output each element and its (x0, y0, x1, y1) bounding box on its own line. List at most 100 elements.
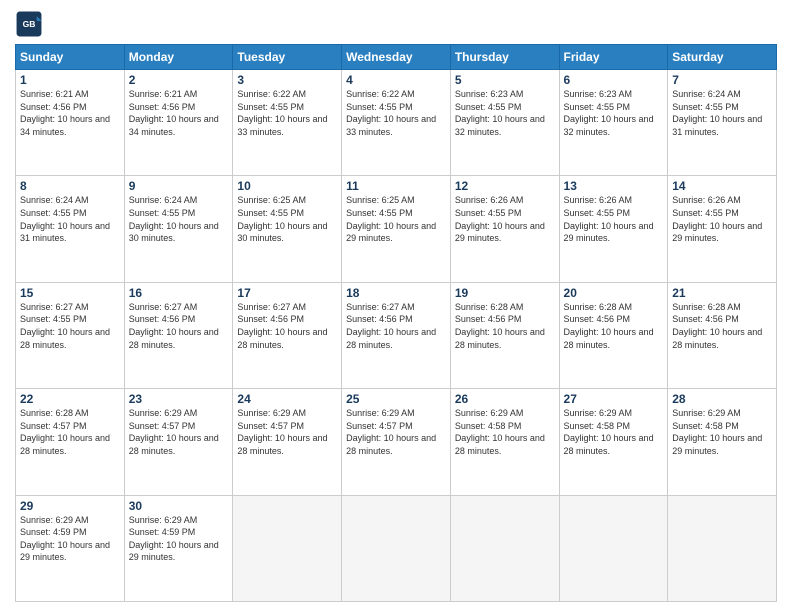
table-row: 2 Sunrise: 6:21 AMSunset: 4:56 PMDayligh… (124, 70, 233, 176)
day-number: 22 (20, 392, 120, 406)
table-row: 30 Sunrise: 6:29 AMSunset: 4:59 PMDaylig… (124, 495, 233, 601)
logo: GB (15, 10, 47, 38)
day-info: Sunrise: 6:21 AMSunset: 4:56 PMDaylight:… (20, 89, 110, 137)
table-row: 24 Sunrise: 6:29 AMSunset: 4:57 PMDaylig… (233, 389, 342, 495)
day-info: Sunrise: 6:23 AMSunset: 4:55 PMDaylight:… (455, 89, 545, 137)
table-row: 18 Sunrise: 6:27 AMSunset: 4:56 PMDaylig… (342, 282, 451, 388)
day-number: 1 (20, 73, 120, 87)
table-row (668, 495, 777, 601)
day-info: Sunrise: 6:28 AMSunset: 4:56 PMDaylight:… (672, 302, 762, 350)
day-number: 27 (564, 392, 664, 406)
table-row (450, 495, 559, 601)
weekday-header-saturday: Saturday (668, 45, 777, 70)
day-info: Sunrise: 6:28 AMSunset: 4:56 PMDaylight:… (455, 302, 545, 350)
day-info: Sunrise: 6:29 AMSunset: 4:58 PMDaylight:… (564, 408, 654, 456)
day-info: Sunrise: 6:29 AMSunset: 4:57 PMDaylight:… (346, 408, 436, 456)
day-number: 15 (20, 286, 120, 300)
day-info: Sunrise: 6:26 AMSunset: 4:55 PMDaylight:… (672, 195, 762, 243)
table-row: 21 Sunrise: 6:28 AMSunset: 4:56 PMDaylig… (668, 282, 777, 388)
page: GB SundayMondayTuesdayWednesdayThursdayF… (0, 0, 792, 612)
table-row: 27 Sunrise: 6:29 AMSunset: 4:58 PMDaylig… (559, 389, 668, 495)
table-row: 3 Sunrise: 6:22 AMSunset: 4:55 PMDayligh… (233, 70, 342, 176)
day-info: Sunrise: 6:29 AMSunset: 4:59 PMDaylight:… (129, 515, 219, 563)
day-info: Sunrise: 6:29 AMSunset: 4:58 PMDaylight:… (455, 408, 545, 456)
day-info: Sunrise: 6:21 AMSunset: 4:56 PMDaylight:… (129, 89, 219, 137)
table-row: 25 Sunrise: 6:29 AMSunset: 4:57 PMDaylig… (342, 389, 451, 495)
table-row: 26 Sunrise: 6:29 AMSunset: 4:58 PMDaylig… (450, 389, 559, 495)
weekday-header-monday: Monday (124, 45, 233, 70)
calendar-table: SundayMondayTuesdayWednesdayThursdayFrid… (15, 44, 777, 602)
day-info: Sunrise: 6:25 AMSunset: 4:55 PMDaylight:… (237, 195, 327, 243)
day-info: Sunrise: 6:29 AMSunset: 4:58 PMDaylight:… (672, 408, 762, 456)
day-info: Sunrise: 6:22 AMSunset: 4:55 PMDaylight:… (237, 89, 327, 137)
day-info: Sunrise: 6:24 AMSunset: 4:55 PMDaylight:… (129, 195, 219, 243)
day-info: Sunrise: 6:25 AMSunset: 4:55 PMDaylight:… (346, 195, 436, 243)
day-number: 9 (129, 179, 229, 193)
weekday-header-tuesday: Tuesday (233, 45, 342, 70)
table-row: 15 Sunrise: 6:27 AMSunset: 4:55 PMDaylig… (16, 282, 125, 388)
day-info: Sunrise: 6:28 AMSunset: 4:56 PMDaylight:… (564, 302, 654, 350)
day-number: 14 (672, 179, 772, 193)
day-number: 18 (346, 286, 446, 300)
day-number: 11 (346, 179, 446, 193)
day-info: Sunrise: 6:29 AMSunset: 4:57 PMDaylight:… (129, 408, 219, 456)
day-number: 24 (237, 392, 337, 406)
table-row: 20 Sunrise: 6:28 AMSunset: 4:56 PMDaylig… (559, 282, 668, 388)
table-row: 13 Sunrise: 6:26 AMSunset: 4:55 PMDaylig… (559, 176, 668, 282)
day-number: 29 (20, 499, 120, 513)
table-row: 19 Sunrise: 6:28 AMSunset: 4:56 PMDaylig… (450, 282, 559, 388)
weekday-header-sunday: Sunday (16, 45, 125, 70)
day-number: 30 (129, 499, 229, 513)
table-row: 12 Sunrise: 6:26 AMSunset: 4:55 PMDaylig… (450, 176, 559, 282)
day-info: Sunrise: 6:24 AMSunset: 4:55 PMDaylight:… (20, 195, 110, 243)
day-number: 8 (20, 179, 120, 193)
table-row: 28 Sunrise: 6:29 AMSunset: 4:58 PMDaylig… (668, 389, 777, 495)
table-row: 29 Sunrise: 6:29 AMSunset: 4:59 PMDaylig… (16, 495, 125, 601)
day-number: 26 (455, 392, 555, 406)
day-info: Sunrise: 6:27 AMSunset: 4:55 PMDaylight:… (20, 302, 110, 350)
day-number: 17 (237, 286, 337, 300)
day-number: 16 (129, 286, 229, 300)
day-number: 10 (237, 179, 337, 193)
day-info: Sunrise: 6:28 AMSunset: 4:57 PMDaylight:… (20, 408, 110, 456)
day-number: 3 (237, 73, 337, 87)
day-number: 13 (564, 179, 664, 193)
day-info: Sunrise: 6:27 AMSunset: 4:56 PMDaylight:… (237, 302, 327, 350)
day-number: 25 (346, 392, 446, 406)
logo-icon: GB (15, 10, 43, 38)
day-info: Sunrise: 6:26 AMSunset: 4:55 PMDaylight:… (564, 195, 654, 243)
day-info: Sunrise: 6:27 AMSunset: 4:56 PMDaylight:… (346, 302, 436, 350)
day-info: Sunrise: 6:26 AMSunset: 4:55 PMDaylight:… (455, 195, 545, 243)
table-row (342, 495, 451, 601)
day-number: 6 (564, 73, 664, 87)
day-number: 2 (129, 73, 229, 87)
table-row (559, 495, 668, 601)
table-row: 8 Sunrise: 6:24 AMSunset: 4:55 PMDayligh… (16, 176, 125, 282)
day-info: Sunrise: 6:24 AMSunset: 4:55 PMDaylight:… (672, 89, 762, 137)
table-row: 6 Sunrise: 6:23 AMSunset: 4:55 PMDayligh… (559, 70, 668, 176)
table-row (233, 495, 342, 601)
weekday-header-friday: Friday (559, 45, 668, 70)
weekday-header-wednesday: Wednesday (342, 45, 451, 70)
day-number: 5 (455, 73, 555, 87)
table-row: 4 Sunrise: 6:22 AMSunset: 4:55 PMDayligh… (342, 70, 451, 176)
table-row: 7 Sunrise: 6:24 AMSunset: 4:55 PMDayligh… (668, 70, 777, 176)
weekday-header-thursday: Thursday (450, 45, 559, 70)
svg-text:GB: GB (23, 19, 36, 29)
day-number: 20 (564, 286, 664, 300)
day-info: Sunrise: 6:23 AMSunset: 4:55 PMDaylight:… (564, 89, 654, 137)
table-row: 5 Sunrise: 6:23 AMSunset: 4:55 PMDayligh… (450, 70, 559, 176)
table-row: 11 Sunrise: 6:25 AMSunset: 4:55 PMDaylig… (342, 176, 451, 282)
day-info: Sunrise: 6:27 AMSunset: 4:56 PMDaylight:… (129, 302, 219, 350)
day-number: 28 (672, 392, 772, 406)
table-row: 14 Sunrise: 6:26 AMSunset: 4:55 PMDaylig… (668, 176, 777, 282)
day-number: 12 (455, 179, 555, 193)
day-info: Sunrise: 6:29 AMSunset: 4:57 PMDaylight:… (237, 408, 327, 456)
table-row: 22 Sunrise: 6:28 AMSunset: 4:57 PMDaylig… (16, 389, 125, 495)
table-row: 23 Sunrise: 6:29 AMSunset: 4:57 PMDaylig… (124, 389, 233, 495)
table-row: 10 Sunrise: 6:25 AMSunset: 4:55 PMDaylig… (233, 176, 342, 282)
day-number: 7 (672, 73, 772, 87)
day-info: Sunrise: 6:29 AMSunset: 4:59 PMDaylight:… (20, 515, 110, 563)
day-number: 23 (129, 392, 229, 406)
header: GB (15, 10, 777, 38)
